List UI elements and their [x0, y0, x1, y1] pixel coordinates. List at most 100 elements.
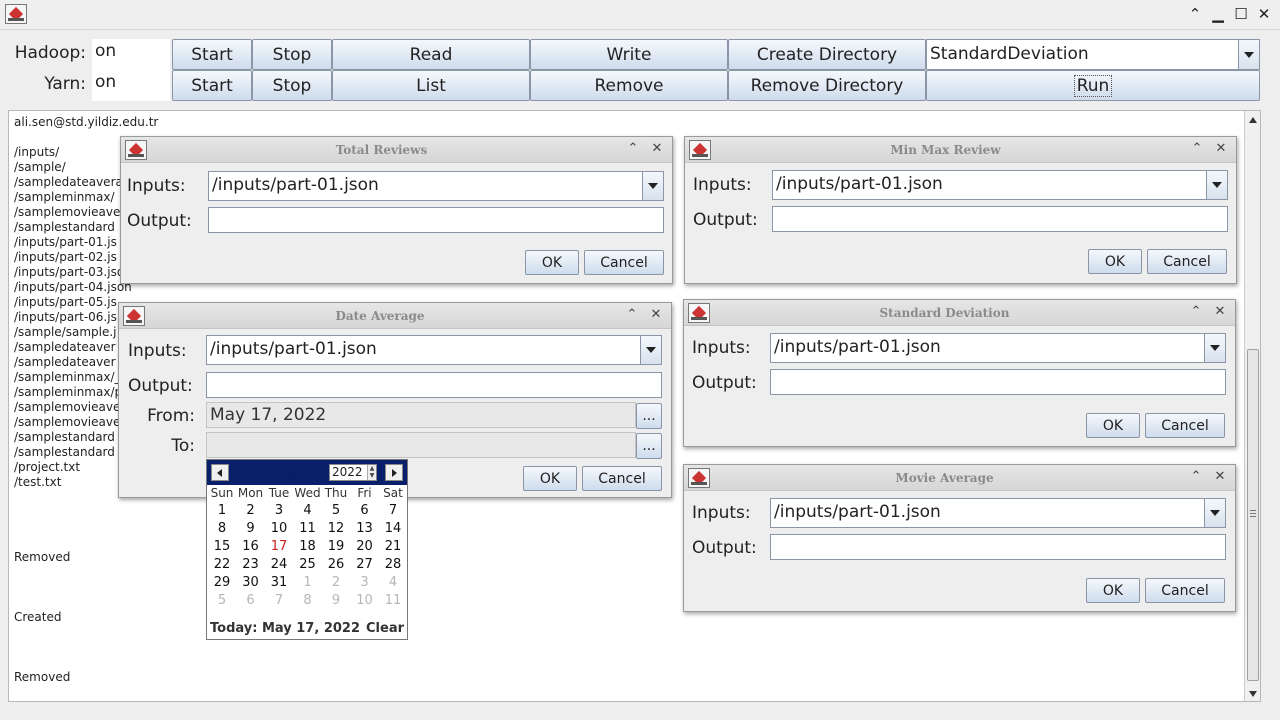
- calendar-day[interactable]: 28: [379, 557, 407, 572]
- output-field[interactable]: [772, 206, 1228, 232]
- calendar-day[interactable]: 12: [322, 521, 350, 536]
- chevron-down-icon[interactable]: [1204, 334, 1225, 362]
- output-field[interactable]: [206, 372, 662, 398]
- to-date-picker-button[interactable]: ...: [636, 433, 662, 459]
- inputs-select[interactable]: /inputs/part-01.json: [772, 170, 1228, 200]
- ok-button[interactable]: OK: [1088, 249, 1142, 274]
- calendar-day[interactable]: 11: [379, 593, 407, 608]
- calendar-day[interactable]: 14: [379, 521, 407, 536]
- calendar-day[interactable]: 29: [208, 575, 236, 590]
- run-button[interactable]: Run: [926, 70, 1260, 101]
- cancel-button[interactable]: Cancel: [1147, 249, 1227, 274]
- calendar-day[interactable]: 11: [294, 521, 322, 536]
- chevron-down-icon[interactable]: [1204, 499, 1225, 527]
- inputs-select[interactable]: /inputs/part-01.json: [206, 335, 662, 365]
- calendar-day[interactable]: 5: [322, 503, 350, 518]
- from-date-field[interactable]: May 17, 2022: [206, 402, 636, 428]
- calendar-day[interactable]: 19: [322, 539, 350, 554]
- job-select[interactable]: StandardDeviation: [926, 39, 1260, 70]
- calendar-day[interactable]: 31: [265, 575, 293, 590]
- window-maximize-icon[interactable]: ☐: [1231, 4, 1251, 24]
- create-directory-button[interactable]: Create Directory: [728, 39, 926, 70]
- spinner-arrows-icon[interactable]: ▲ ▼: [367, 465, 376, 480]
- calendar-month[interactable]: May: [231, 460, 331, 485]
- calendar-day[interactable]: 3: [351, 575, 379, 590]
- window-iconify-icon[interactable]: ▁: [1208, 4, 1228, 24]
- calendar-day[interactable]: 2: [322, 575, 350, 590]
- read-button[interactable]: Read: [332, 39, 530, 70]
- from-date-picker-button[interactable]: ...: [636, 403, 662, 429]
- collapse-icon[interactable]: ⌃: [623, 306, 641, 324]
- dialog-app-icon[interactable]: [123, 306, 145, 326]
- calendar-day[interactable]: 27: [351, 557, 379, 572]
- chevron-down-icon[interactable]: [642, 172, 663, 200]
- calendar-day[interactable]: 10: [265, 521, 293, 536]
- calendar-day[interactable]: 5: [208, 593, 236, 608]
- list-button[interactable]: List: [332, 70, 530, 101]
- calendar-day[interactable]: 13: [351, 521, 379, 536]
- calendar-day[interactable]: 15: [208, 539, 236, 554]
- chevron-down-icon[interactable]: [640, 336, 661, 364]
- chevron-down-icon[interactable]: [1206, 171, 1227, 199]
- hadoop-start-button[interactable]: Start: [172, 39, 252, 70]
- dialog-title-bar[interactable]: Standard Deviation ⌃ ✕: [684, 300, 1235, 326]
- window-close-icon[interactable]: ✕: [1254, 4, 1274, 24]
- cancel-button[interactable]: Cancel: [584, 250, 664, 275]
- ok-button[interactable]: OK: [1086, 413, 1140, 438]
- collapse-icon[interactable]: ⌃: [624, 140, 642, 158]
- close-icon[interactable]: ✕: [648, 140, 666, 158]
- remove-directory-button[interactable]: Remove Directory: [728, 70, 926, 101]
- hadoop-stop-button[interactable]: Stop: [252, 39, 332, 70]
- ok-button[interactable]: OK: [523, 466, 577, 491]
- app-icon[interactable]: [5, 4, 27, 24]
- to-date-field[interactable]: [206, 432, 636, 458]
- output-field[interactable]: [770, 534, 1226, 560]
- calendar-day[interactable]: 7: [265, 593, 293, 608]
- dialog-title-bar[interactable]: Movie Average ⌃ ✕: [684, 465, 1235, 491]
- chevron-down-icon[interactable]: [1238, 40, 1259, 69]
- dialog-title-bar[interactable]: Total Reviews ⌃ ✕: [121, 137, 672, 163]
- inputs-select[interactable]: /inputs/part-01.json: [770, 333, 1226, 363]
- today-button[interactable]: Today: May 17, 2022: [210, 621, 360, 636]
- scroll-down-icon[interactable]: [1249, 691, 1257, 697]
- collapse-icon[interactable]: ⌃: [1187, 468, 1205, 486]
- calendar-day[interactable]: 24: [265, 557, 293, 572]
- dialog-app-icon[interactable]: [688, 303, 710, 323]
- scroll-thumb[interactable]: [1247, 349, 1259, 681]
- calendar-day[interactable]: 25: [294, 557, 322, 572]
- calendar-day[interactable]: 8: [294, 593, 322, 608]
- calendar-day[interactable]: 4: [294, 503, 322, 518]
- calendar-day[interactable]: 26: [322, 557, 350, 572]
- calendar-day[interactable]: 22: [208, 557, 236, 572]
- next-month-icon[interactable]: [385, 464, 403, 481]
- calendar-day[interactable]: 16: [237, 539, 265, 554]
- calendar-day[interactable]: 7: [379, 503, 407, 518]
- calendar-day[interactable]: 8: [208, 521, 236, 536]
- output-field[interactable]: [208, 207, 664, 233]
- close-icon[interactable]: ✕: [1212, 140, 1230, 158]
- ok-button[interactable]: OK: [1086, 578, 1140, 603]
- inputs-select[interactable]: /inputs/part-01.json: [770, 498, 1226, 528]
- calendar-day[interactable]: 9: [322, 593, 350, 608]
- inputs-select[interactable]: /inputs/part-01.json: [208, 171, 664, 201]
- calendar-day[interactable]: 30: [237, 575, 265, 590]
- window-minimize-up-icon[interactable]: ⌃: [1185, 4, 1205, 24]
- calendar-day[interactable]: 1: [294, 575, 322, 590]
- cancel-button[interactable]: Cancel: [582, 466, 662, 491]
- output-field[interactable]: [770, 369, 1226, 395]
- yarn-stop-button[interactable]: Stop: [252, 70, 332, 101]
- clear-button[interactable]: Clear: [366, 621, 404, 636]
- calendar-day[interactable]: 3: [265, 503, 293, 518]
- calendar-day[interactable]: 9: [237, 521, 265, 536]
- calendar-day[interactable]: 10: [351, 593, 379, 608]
- dialog-app-icon[interactable]: [125, 140, 147, 160]
- close-icon[interactable]: ✕: [647, 306, 665, 324]
- close-icon[interactable]: ✕: [1211, 303, 1229, 321]
- calendar-year-spinner[interactable]: 2022 ▲ ▼: [329, 464, 377, 481]
- dialog-app-icon[interactable]: [688, 468, 710, 488]
- dialog-title-bar[interactable]: Min Max Review ⌃ ✕: [685, 137, 1236, 163]
- scroll-up-icon[interactable]: [1249, 117, 1257, 123]
- remove-button[interactable]: Remove: [530, 70, 728, 101]
- calendar-day[interactable]: 6: [237, 593, 265, 608]
- yarn-start-button[interactable]: Start: [172, 70, 252, 101]
